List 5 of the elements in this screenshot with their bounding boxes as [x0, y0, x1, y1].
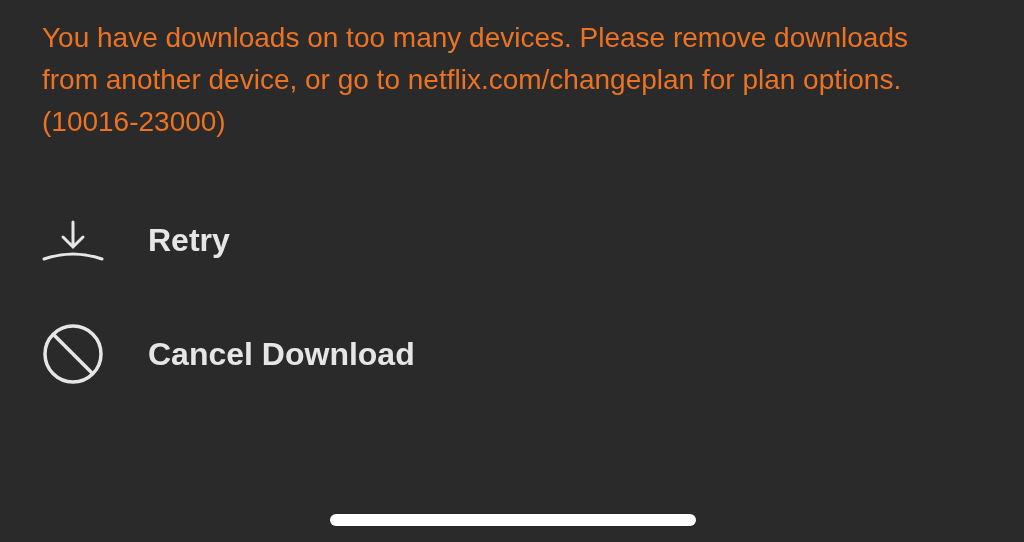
action-button[interactable]: Retry: [148, 221, 230, 259]
cancel-icon: [42, 323, 104, 385]
download-icon: [42, 219, 104, 261]
action-button[interactable]: Cancel Download: [148, 335, 415, 373]
error-message: You have downloads on too many devices. Please remove downloads from another device, or go to netflix.com/changeplan for plan options. (10016-23000): [42, 21, 909, 139]
